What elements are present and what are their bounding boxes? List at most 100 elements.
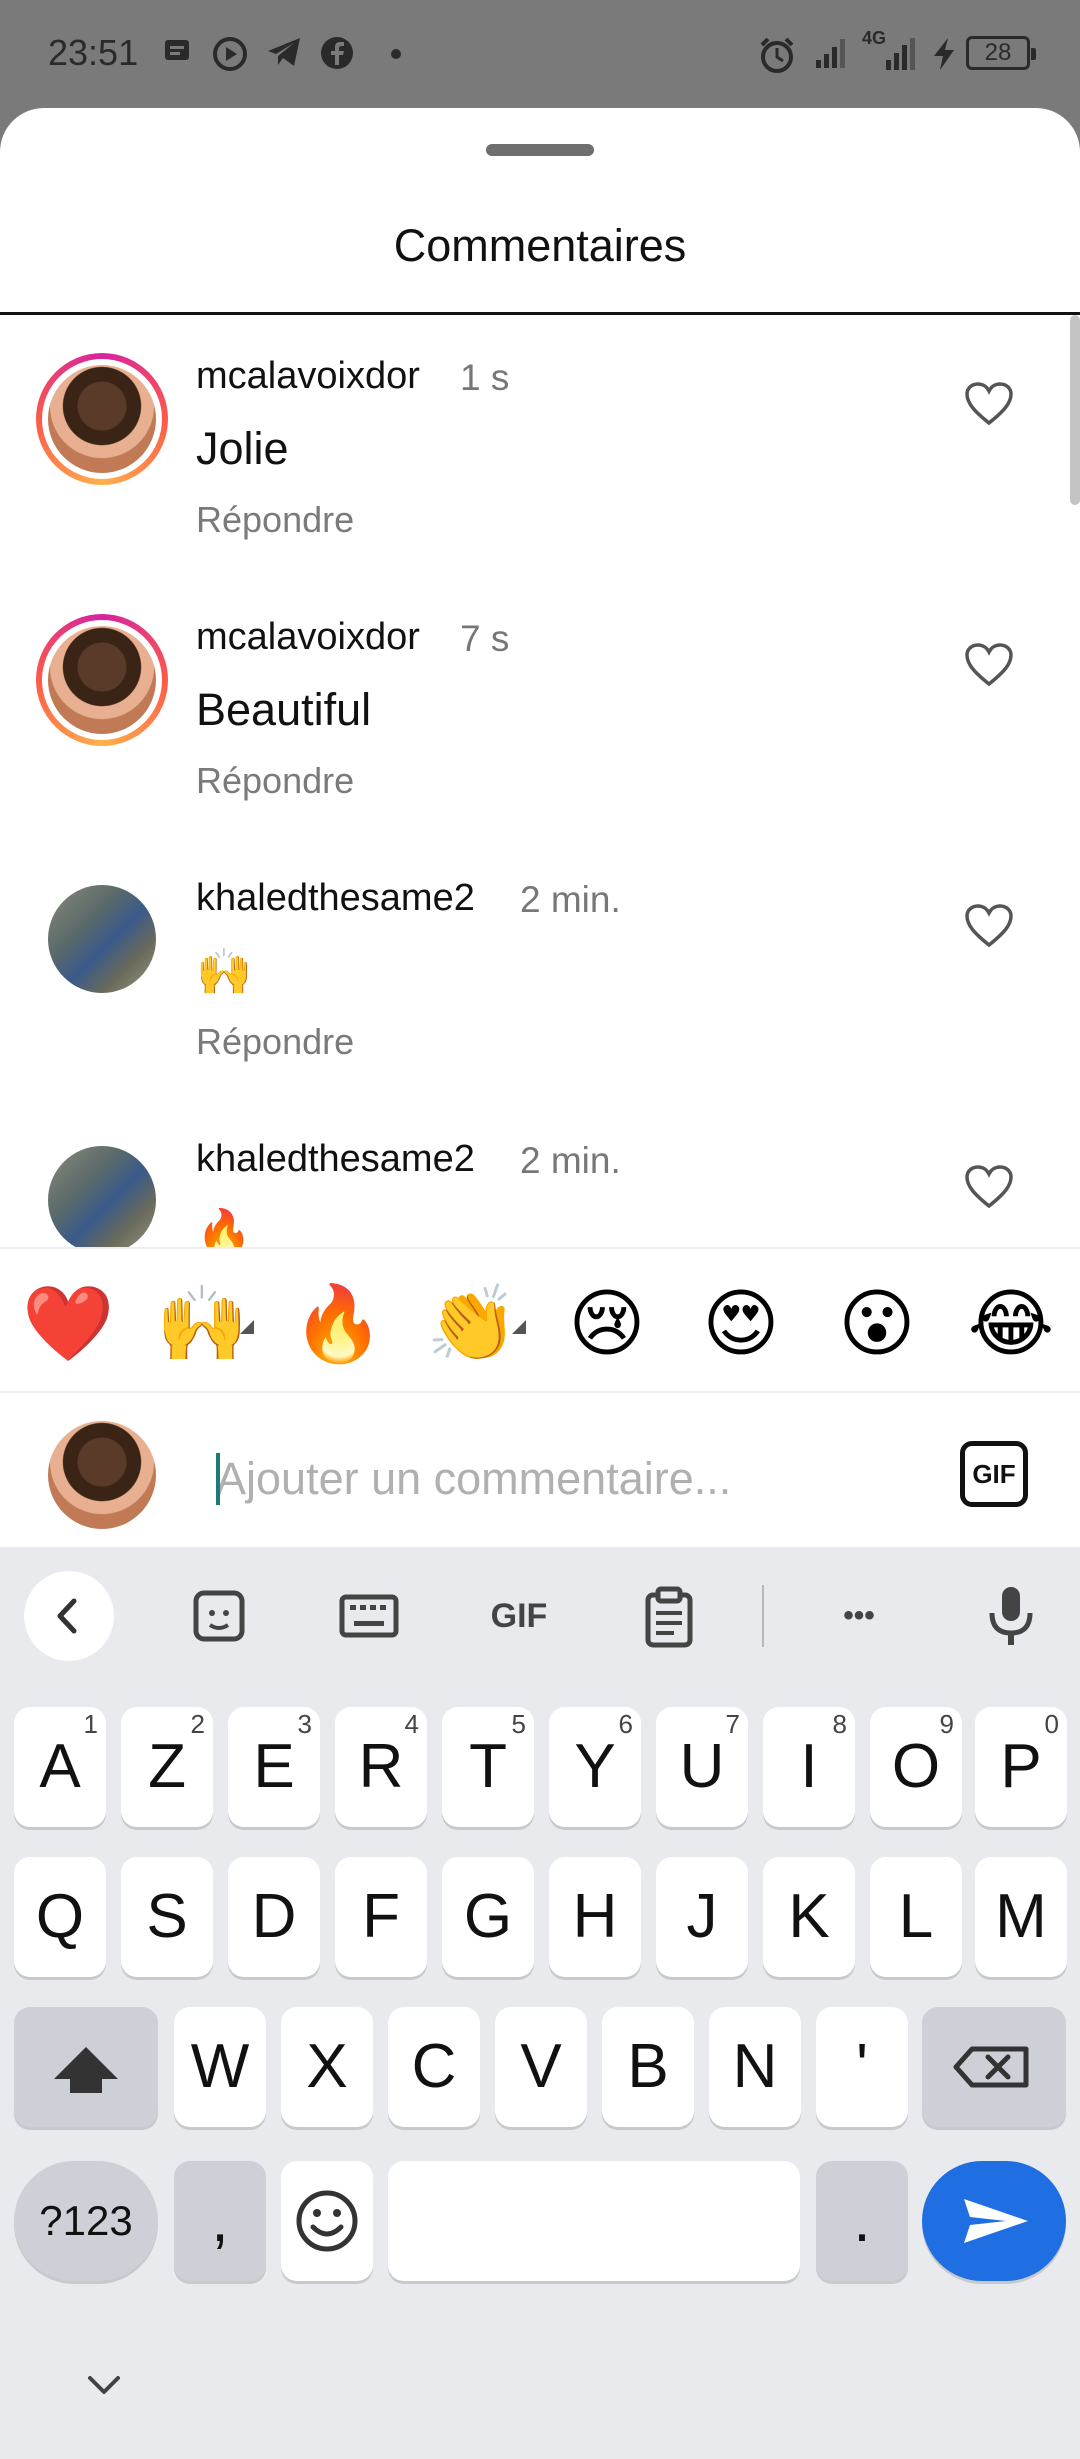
key-y[interactable]: Y6 xyxy=(549,1707,641,1827)
comment-username[interactable]: khaledthesame2 xyxy=(196,877,475,920)
chevron-left-icon xyxy=(57,1598,77,1634)
reply-button[interactable]: Répondre xyxy=(196,499,354,541)
avatar[interactable] xyxy=(48,1146,156,1250)
period-key[interactable]: . xyxy=(816,2161,908,2281)
key-q[interactable]: Q xyxy=(14,1857,106,1977)
key-t[interactable]: T5 xyxy=(442,1707,534,1827)
key-m[interactable]: M xyxy=(975,1857,1067,1977)
send-arrow-icon xyxy=(964,2199,1028,2243)
comment-text: Jolie xyxy=(196,423,289,474)
like-heart-icon[interactable] xyxy=(964,903,1014,949)
comment-time: 1 s xyxy=(460,357,510,398)
key-apostrophe[interactable]: ' xyxy=(816,2007,908,2127)
key-z[interactable]: Z2 xyxy=(121,1707,213,1827)
skin-tone-indicator xyxy=(512,1320,526,1334)
avatar[interactable] xyxy=(48,885,156,993)
key-k[interactable]: K xyxy=(763,1857,855,1977)
reply-button[interactable]: Répondre xyxy=(196,760,354,802)
key-d[interactable]: D xyxy=(228,1857,320,1977)
like-heart-icon[interactable] xyxy=(964,642,1014,688)
key-n[interactable]: N xyxy=(709,2007,801,2127)
comment-input-row: GIF xyxy=(0,1393,1080,1547)
comment-username[interactable]: mcalavoixdor xyxy=(196,355,420,398)
key-j[interactable]: J xyxy=(656,1857,748,1977)
reply-button[interactable]: Répondre xyxy=(196,1021,354,1063)
key-i[interactable]: I8 xyxy=(763,1707,855,1827)
comment-username[interactable]: khaledthesame2 xyxy=(196,1138,475,1181)
avatar[interactable] xyxy=(36,353,168,485)
signal-4g-icon xyxy=(886,38,915,70)
shift-key[interactable] xyxy=(14,2007,158,2127)
facebook-icon xyxy=(321,37,353,69)
battery-indicator: 28 xyxy=(966,36,1036,70)
like-heart-icon[interactable] xyxy=(964,381,1014,427)
key-o[interactable]: O9 xyxy=(870,1707,962,1827)
comment-list[interactable]: mcalavoixdor 1 s Jolie Répondre mcalavoi… xyxy=(0,315,1080,1250)
backspace-key[interactable] xyxy=(922,2007,1066,2127)
comment-text: 🙌 xyxy=(196,945,253,998)
status-bar: 23:51 4G 28 xyxy=(0,0,1080,108)
emoji-clapping-button[interactable]: 👏 xyxy=(426,1279,518,1369)
key-r[interactable]: R4 xyxy=(335,1707,427,1827)
microphone-icon[interactable] xyxy=(976,1581,1046,1651)
comment-text: Beautiful xyxy=(196,684,372,735)
keyboard-icon[interactable] xyxy=(334,1581,404,1651)
key-w[interactable]: W xyxy=(174,2007,266,2127)
emoji-surprised-button[interactable]: 😮 xyxy=(832,1279,922,1369)
key-s[interactable]: S xyxy=(121,1857,213,1977)
emoji-key[interactable] xyxy=(281,2161,373,2281)
comment-username[interactable]: mcalavoixdor xyxy=(196,616,420,659)
emoji-heart-button[interactable]: ❤️ xyxy=(22,1279,114,1369)
key-x[interactable]: X xyxy=(281,2007,373,2127)
comment-time: 7 s xyxy=(460,618,510,659)
emoji-laughing-button[interactable]: 😂 xyxy=(966,1279,1056,1369)
key-v[interactable]: V xyxy=(495,2007,587,2127)
scrollbar[interactable] xyxy=(1070,315,1080,505)
key-h[interactable]: H xyxy=(549,1857,641,1977)
charging-icon xyxy=(934,38,954,70)
send-key[interactable] xyxy=(922,2161,1066,2281)
more-options-button[interactable]: ••• xyxy=(824,1581,894,1651)
status-time: 23:51 xyxy=(48,32,139,73)
gif-keyboard-button[interactable]: GIF xyxy=(484,1581,554,1651)
space-key[interactable] xyxy=(388,2161,800,2281)
alarm-icon xyxy=(760,37,794,73)
backspace-icon xyxy=(953,2046,1029,2088)
key-b[interactable]: B xyxy=(602,2007,694,2127)
comment-input[interactable] xyxy=(216,1449,916,1509)
collapse-keyboard-icon[interactable] xyxy=(84,2370,124,2400)
emoji-heart-eyes-button[interactable]: 😍 xyxy=(696,1279,786,1369)
sheet-title: Commentaires xyxy=(393,220,687,271)
key-f[interactable]: F xyxy=(335,1857,427,1977)
drag-handle[interactable] xyxy=(486,144,594,156)
key-u[interactable]: U7 xyxy=(656,1707,748,1827)
sticker-icon[interactable] xyxy=(184,1581,254,1651)
comment-item: mcalavoixdor 7 s Beautiful Répondre xyxy=(0,576,1080,837)
key-l[interactable]: L xyxy=(870,1857,962,1977)
keyboard-back-button[interactable] xyxy=(24,1571,114,1661)
key-p[interactable]: P0 xyxy=(975,1707,1067,1827)
comment-item: mcalavoixdor 1 s Jolie Répondre xyxy=(0,315,1080,576)
avatar[interactable] xyxy=(36,614,168,746)
symbols-key[interactable]: ?123 xyxy=(14,2161,158,2281)
key-e[interactable]: E3 xyxy=(228,1707,320,1827)
emoji-crying-button[interactable]: 😢 xyxy=(562,1279,652,1369)
gif-button[interactable]: GIF xyxy=(960,1441,1028,1507)
message-icon xyxy=(165,40,189,60)
key-g[interactable]: G xyxy=(442,1857,534,1977)
comment-item: khaledthesame2 2 min. 🔥 xyxy=(0,1098,1080,1250)
emoji-fire-button[interactable]: 🔥 xyxy=(292,1279,384,1369)
comment-text: 🔥 xyxy=(196,1206,253,1250)
smiley-icon xyxy=(296,2190,358,2252)
current-user-avatar xyxy=(48,1421,156,1529)
comment-time: 2 min. xyxy=(520,879,621,920)
key-a[interactable]: A1 xyxy=(14,1707,106,1827)
key-c[interactable]: C xyxy=(388,2007,480,2127)
clipboard-icon[interactable] xyxy=(634,1581,704,1651)
comment-item: khaledthesame2 2 min. 🙌 Répondre xyxy=(0,837,1080,1098)
emoji-raised-hands-button[interactable]: 🙌 xyxy=(156,1279,248,1369)
comma-key[interactable]: , xyxy=(174,2161,266,2281)
signal-icon xyxy=(816,39,845,68)
skin-tone-indicator xyxy=(240,1320,254,1334)
like-heart-icon[interactable] xyxy=(964,1164,1014,1210)
